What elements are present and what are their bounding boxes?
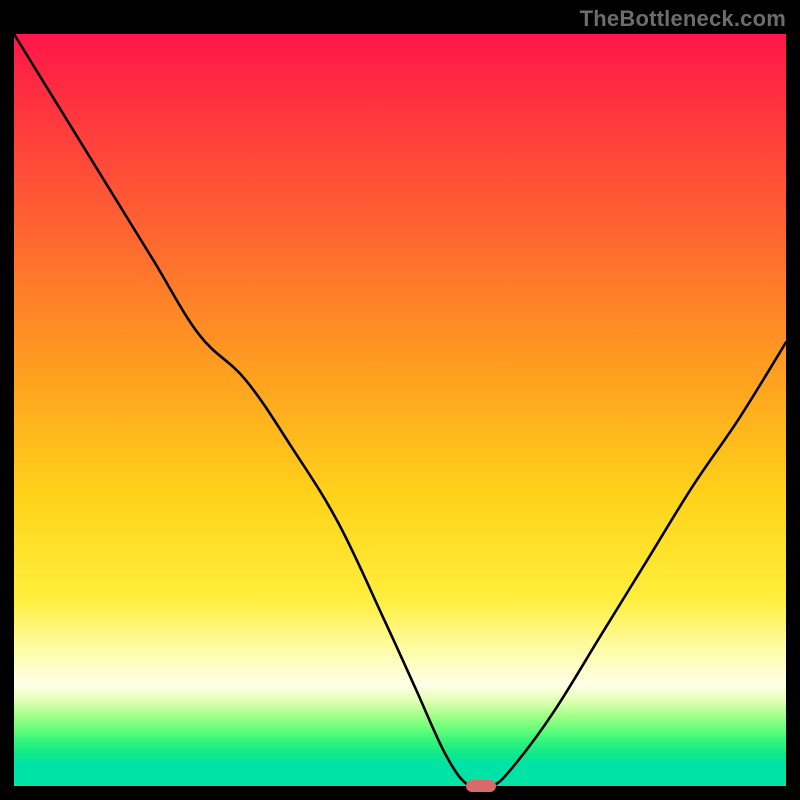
optimal-marker: [466, 780, 496, 792]
watermark-text: TheBottleneck.com: [580, 6, 786, 32]
bottleneck-curve: [14, 34, 786, 786]
chart-frame: TheBottleneck.com: [0, 0, 800, 800]
